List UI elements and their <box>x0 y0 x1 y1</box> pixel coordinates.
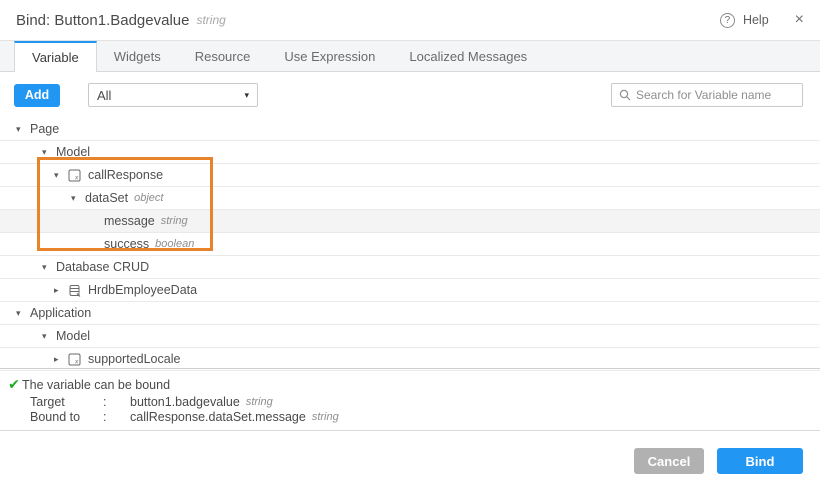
tab-resource[interactable]: Resource <box>178 41 268 71</box>
status-label: Bound to <box>30 410 103 424</box>
add-button[interactable]: Add <box>14 84 60 107</box>
cancel-button[interactable]: Cancel <box>634 448 704 474</box>
database-icon <box>68 284 84 297</box>
dialog-footer: Cancel Bind <box>0 430 820 489</box>
filter-selected-value: All <box>97 88 111 103</box>
status-message: The variable can be bound <box>22 378 170 392</box>
tree-row-label: dataSet <box>85 191 128 205</box>
close-icon[interactable]: × <box>795 12 804 28</box>
tree-row-label: HrdbEmployeeData <box>88 283 197 297</box>
expand-arrow-icon[interactable]: ▾ <box>16 308 30 319</box>
status-colon: : <box>103 410 130 424</box>
tab-widgets[interactable]: Widgets <box>97 41 178 71</box>
tree-row-callresponse[interactable]: ▾ x callResponse <box>0 164 820 187</box>
variable-filter-dropdown[interactable]: All ▾ <box>88 83 258 107</box>
status-value: button1.badgevalue <box>130 395 240 409</box>
status-label: Target <box>30 395 103 409</box>
expand-arrow-icon[interactable]: ▾ <box>16 124 30 135</box>
tree-row-application-model[interactable]: ▾ Model <box>0 325 820 348</box>
tree-row-page-model[interactable]: ▾ Model <box>0 141 820 164</box>
expand-arrow-icon[interactable]: ▾ <box>71 193 85 204</box>
expand-arrow-icon[interactable]: ▸ <box>54 354 68 365</box>
tree-row-dataset[interactable]: ▾ dataSet object <box>0 187 820 210</box>
search-input[interactable] <box>636 88 795 102</box>
tree-row-label: supportedLocale <box>88 352 180 366</box>
tree-row-label: Page <box>30 122 59 136</box>
help-icon[interactable]: ? <box>720 13 735 28</box>
svg-text:x: x <box>74 174 79 181</box>
check-icon: ✔ <box>0 376 22 393</box>
variable-icon: x <box>68 169 84 182</box>
tree-row-label: Database CRUD <box>56 260 149 274</box>
tree-row-type: boolean <box>155 238 194 250</box>
search-box[interactable] <box>611 83 803 107</box>
header-actions: ? Help × <box>720 12 804 28</box>
page-title-type: string <box>196 13 225 27</box>
tree-row-type: object <box>134 192 163 204</box>
dialog-header: Bind: Button1.Badgevalue string ? Help × <box>0 0 820 40</box>
status-value-type: string <box>246 396 273 408</box>
search-icon <box>619 89 631 101</box>
tree-row-label: message <box>104 214 155 228</box>
divider <box>0 368 820 369</box>
expand-arrow-icon[interactable]: ▾ <box>42 331 56 342</box>
variable-tree: ▾ Page ▾ Model ▾ x callResponse ▾ dataSe… <box>0 118 820 371</box>
chevron-down-icon: ▾ <box>244 90 249 101</box>
bind-dialog: Bind: Button1.Badgevalue string ? Help ×… <box>0 0 820 489</box>
status-value: callResponse.dataSet.message <box>130 410 306 424</box>
tree-row-database-crud[interactable]: ▾ Database CRUD <box>0 256 820 279</box>
tab-bar: Variable Widgets Resource Use Expression… <box>0 40 820 72</box>
bind-status: ✔ The variable can be bound Target : but… <box>0 376 820 424</box>
expand-arrow-icon[interactable]: ▸ <box>54 285 68 296</box>
expand-arrow-icon[interactable]: ▾ <box>42 147 56 158</box>
expand-arrow-icon[interactable]: ▾ <box>42 262 56 273</box>
status-colon: : <box>103 395 130 409</box>
variable-icon: x <box>68 353 84 366</box>
tree-row-page[interactable]: ▾ Page <box>0 118 820 141</box>
tab-use-expression[interactable]: Use Expression <box>267 41 392 71</box>
tree-row-application[interactable]: ▾ Application <box>0 302 820 325</box>
tree-row-label: callResponse <box>88 168 163 182</box>
toolbar: Add All ▾ <box>0 72 820 118</box>
page-title: Bind: Button1.Badgevalue <box>16 12 189 29</box>
bind-button[interactable]: Bind <box>717 448 803 474</box>
tab-variable[interactable]: Variable <box>14 41 97 72</box>
tree-row-label: success <box>104 237 149 251</box>
tree-row-type: string <box>161 215 188 227</box>
tree-row-label: Model <box>56 329 90 343</box>
tree-row-hrdbemployeedata[interactable]: ▸ HrdbEmployeeData <box>0 279 820 302</box>
tree-row-label: Model <box>56 145 90 159</box>
svg-text:x: x <box>74 358 79 365</box>
tree-row-label: Application <box>30 306 91 320</box>
tab-localized-messages[interactable]: Localized Messages <box>392 41 544 71</box>
help-link[interactable]: Help <box>743 13 769 27</box>
status-row-bound-to: Bound to : callResponse.dataSet.message … <box>30 409 820 424</box>
tree-row-success[interactable]: success boolean <box>0 233 820 256</box>
expand-arrow-icon[interactable]: ▾ <box>54 170 68 181</box>
status-value-type: string <box>312 411 339 423</box>
status-row-target: Target : button1.badgevalue string <box>30 394 820 409</box>
tree-row-message[interactable]: message string <box>0 210 820 233</box>
